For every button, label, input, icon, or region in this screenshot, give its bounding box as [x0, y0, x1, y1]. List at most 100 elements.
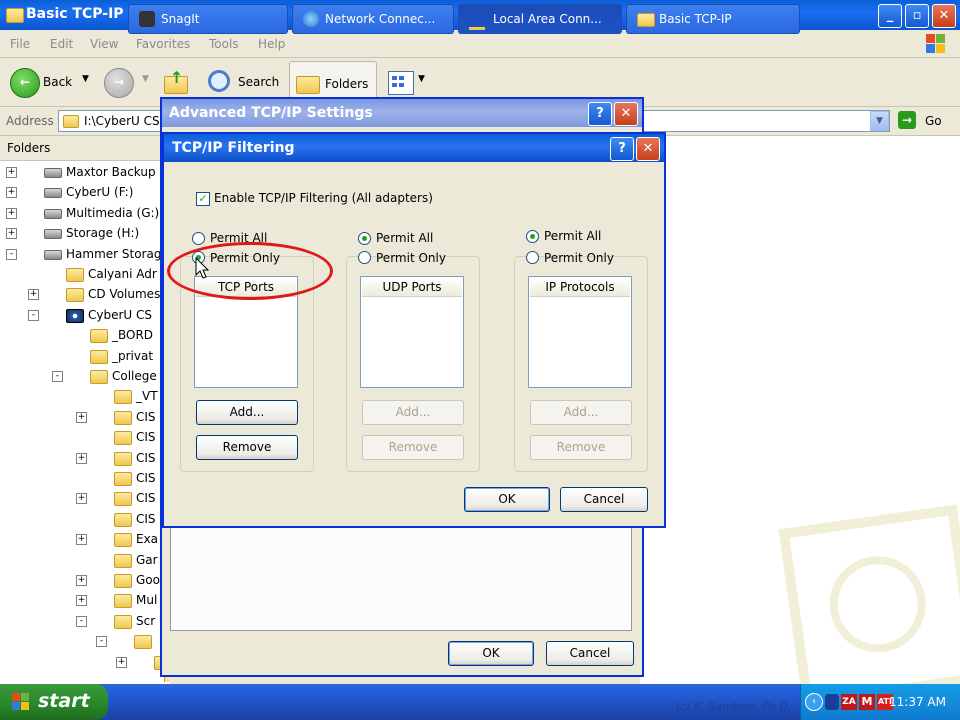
taskbar-item-local-area-connection[interactable]: Local Area Conn... — [458, 4, 622, 34]
start-button[interactable]: start — [0, 684, 108, 720]
udp-ports-list[interactable]: UDP Ports — [360, 276, 464, 388]
tree-item[interactable]: CIS — [0, 468, 170, 488]
tree-item[interactable]: + CyberU (F:) — [0, 182, 170, 202]
tree-item[interactable]: CIS — [0, 509, 170, 529]
tree-item[interactable]: _privat — [0, 346, 170, 366]
menu-favorites[interactable]: Favorites — [136, 37, 190, 51]
ip-remove-button[interactable]: Remove — [530, 435, 632, 460]
tree-item[interactable]: - Hammer Storag — [0, 244, 170, 264]
forward-arrow-icon[interactable]: → — [104, 68, 134, 98]
udp-permit-only-radio[interactable] — [358, 251, 371, 264]
back-dropdown-icon[interactable]: ▼ — [82, 74, 89, 84]
expand-icon[interactable]: + — [76, 452, 87, 464]
chevron-left-icon[interactable]: ‹ — [805, 693, 823, 711]
back-button-label[interactable]: Back — [43, 75, 72, 89]
filtering-ok-button[interactable]: OK — [464, 487, 550, 512]
tree-item[interactable]: _BORD — [0, 325, 170, 345]
forward-dropdown-icon[interactable]: ▼ — [142, 74, 149, 84]
filtering-dialog-title-bar[interactable]: TCP/IP Filtering ? ✕ — [164, 134, 664, 162]
menu-edit[interactable]: Edit — [50, 37, 73, 51]
go-arrow-icon[interactable]: → — [898, 111, 916, 129]
mcafee-icon[interactable]: M — [859, 694, 875, 710]
expand-icon[interactable]: + — [6, 228, 17, 240]
expand-icon[interactable]: + — [76, 411, 87, 423]
advanced-dialog-title-bar[interactable]: Advanced TCP/IP Settings ? ✕ — [162, 99, 642, 127]
tree-item[interactable]: + Maxtor Backup — [0, 162, 170, 182]
tree-item[interactable]: Gar — [0, 550, 170, 570]
taskbar-item-basic-tcpip[interactable]: Basic TCP-IP — [626, 4, 800, 34]
tree-item[interactable]: - CyberU CS — [0, 305, 170, 325]
zonealarm-icon[interactable]: ZA — [841, 694, 857, 710]
search-button-label[interactable]: Search — [238, 75, 279, 89]
expand-icon[interactable]: + — [76, 595, 87, 607]
expand-icon[interactable]: + — [76, 534, 87, 546]
clock[interactable]: 11:37 AM — [889, 695, 946, 709]
ip-protocols-list[interactable]: IP Protocols — [528, 276, 632, 388]
udp-add-button[interactable]: Add... — [362, 400, 464, 425]
tree-item[interactable]: + Storage (H:) — [0, 223, 170, 243]
menu-help[interactable]: Help — [258, 37, 285, 51]
tree-item[interactable]: + Mul — [0, 590, 170, 610]
tree-item[interactable]: + — [0, 652, 170, 672]
collapse-icon[interactable]: - — [96, 636, 107, 648]
help-button[interactable]: ? — [610, 137, 634, 161]
enable-filtering-checkbox[interactable]: ✓ — [196, 192, 210, 206]
tree-item[interactable]: - — [0, 631, 170, 651]
address-dropdown-icon[interactable]: ▼ — [870, 111, 889, 131]
udp-remove-button[interactable]: Remove — [362, 435, 464, 460]
expand-icon[interactable]: + — [76, 575, 87, 586]
expand-icon[interactable]: + — [76, 493, 87, 505]
taskbar-item-network-connections[interactable]: Network Connec... — [292, 4, 454, 34]
ip-protocols-header[interactable]: IP Protocols — [530, 278, 630, 297]
filtering-cancel-button[interactable]: Cancel — [560, 487, 648, 512]
tree-item[interactable]: + Multimedia (G:) — [0, 203, 170, 223]
close-button[interactable]: ✕ — [614, 102, 638, 126]
taskbar-item-snagit[interactable]: SnagIt — [128, 4, 288, 34]
tcp-add-button[interactable]: Add... — [196, 400, 298, 425]
expand-icon[interactable]: + — [6, 207, 17, 219]
maximize-button[interactable]: ▫ — [905, 4, 929, 28]
views-icon[interactable] — [388, 71, 414, 95]
tree-item[interactable]: - Scr — [0, 611, 170, 631]
minimize-button[interactable]: _ — [878, 4, 902, 28]
tree-item[interactable]: + CD Volumes — [0, 284, 170, 304]
tree-item[interactable]: Calyani Adr — [0, 264, 170, 284]
tree-item[interactable]: _VT — [0, 386, 170, 406]
udp-ports-header[interactable]: UDP Ports — [362, 278, 462, 297]
tree-item[interactable]: + CIS — [0, 488, 170, 508]
expand-icon[interactable]: + — [28, 289, 39, 301]
tree-item[interactable]: CIS — [0, 427, 170, 447]
go-button-label[interactable]: Go — [925, 114, 942, 128]
udp-permit-all-radio[interactable] — [358, 232, 371, 245]
ip-permit-only-radio[interactable] — [526, 251, 539, 264]
collapse-icon[interactable]: - — [28, 309, 39, 321]
collapse-icon[interactable]: - — [52, 371, 63, 382]
tree-item[interactable]: + CIS — [0, 448, 170, 468]
tcp-permit-all-radio[interactable] — [192, 232, 205, 245]
collapse-icon[interactable]: - — [76, 615, 87, 627]
ip-add-button[interactable]: Add... — [530, 400, 632, 425]
tree-item[interactable]: + CIS — [0, 407, 170, 427]
expand-icon[interactable]: + — [6, 187, 17, 199]
tree-item[interactable]: + Goo — [0, 570, 170, 590]
advanced-ok-button[interactable]: OK — [448, 641, 534, 666]
collapse-icon[interactable]: - — [6, 248, 17, 260]
tree-item[interactable]: - College — [0, 366, 170, 386]
tree-item[interactable]: + Exa — [0, 529, 170, 549]
close-button[interactable]: ✕ — [932, 4, 956, 28]
views-dropdown-icon[interactable]: ▼ — [418, 74, 425, 84]
tcp-remove-button[interactable]: Remove — [196, 435, 298, 460]
advanced-cancel-button[interactable]: Cancel — [546, 641, 634, 666]
up-folder-icon[interactable]: ↑ — [162, 68, 188, 94]
menu-file[interactable]: File — [10, 37, 30, 51]
tree-item[interactable]: NIC — [0, 672, 170, 682]
search-icon[interactable] — [208, 70, 230, 92]
help-button[interactable]: ? — [588, 102, 612, 126]
back-arrow-icon[interactable]: ← — [10, 68, 40, 98]
expand-icon[interactable]: + — [6, 167, 17, 178]
shield-icon[interactable] — [825, 694, 839, 710]
ip-permit-all-radio[interactable] — [526, 230, 539, 243]
expand-icon[interactable]: + — [116, 656, 127, 668]
close-button[interactable]: ✕ — [636, 137, 660, 161]
menu-view[interactable]: View — [90, 37, 118, 51]
